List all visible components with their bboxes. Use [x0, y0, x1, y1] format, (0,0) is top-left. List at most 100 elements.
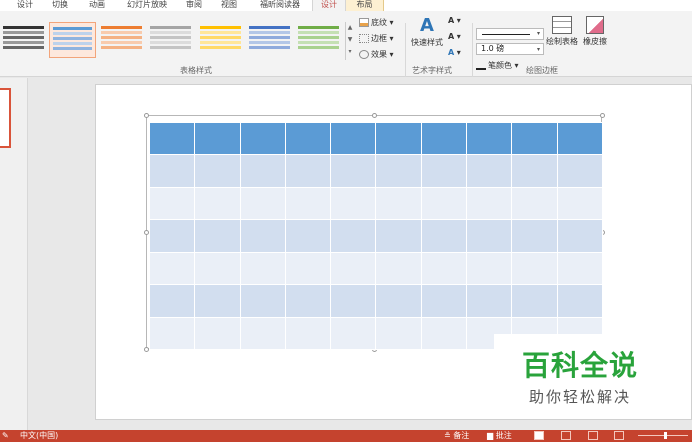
table-cell[interactable]	[239, 284, 286, 318]
table-cell[interactable]	[194, 121, 241, 156]
table-style-swatch[interactable]	[147, 22, 194, 58]
table-cell[interactable]	[420, 219, 468, 253]
table-cell[interactable]	[148, 316, 196, 351]
table-cell[interactable]	[556, 251, 604, 286]
effects-button[interactable]: 效果 ▾	[359, 49, 394, 60]
spellcheck-icon[interactable]: ✎	[2, 431, 9, 441]
resize-handle[interactable]	[372, 113, 377, 118]
border-button[interactable]: 边框 ▾	[359, 33, 394, 44]
table-cell[interactable]	[511, 186, 558, 221]
gallery-down-icon[interactable]: ▼	[346, 34, 354, 46]
table-cell[interactable]	[148, 186, 196, 221]
slide-thumbnail[interactable]	[0, 88, 11, 148]
table-cell[interactable]	[466, 219, 513, 253]
table-cell[interactable]	[330, 219, 377, 253]
table-cell[interactable]	[284, 251, 332, 286]
table-cell[interactable]	[420, 284, 468, 318]
table-cell[interactable]	[420, 251, 468, 286]
table-cell[interactable]	[284, 316, 332, 351]
quick-styles-button[interactable]: A 快速样式	[409, 15, 445, 48]
language-indicator[interactable]: 中文(中国)	[20, 431, 58, 441]
table-cell[interactable]	[511, 251, 558, 286]
table-cell[interactable]	[148, 284, 196, 318]
table-cell[interactable]	[466, 154, 513, 188]
table-cell[interactable]	[194, 316, 241, 351]
table-cell[interactable]	[466, 186, 513, 221]
table-cell[interactable]	[239, 154, 286, 188]
pen-weight-dropdown[interactable]: 1.0 磅 ▾	[476, 43, 544, 55]
table-cell[interactable]	[239, 251, 286, 286]
table-style-swatch[interactable]	[98, 22, 145, 58]
table-cell[interactable]	[330, 251, 377, 286]
zoom-slider[interactable]	[638, 435, 688, 436]
table-cell[interactable]	[420, 186, 468, 221]
table-cell[interactable]	[556, 219, 604, 253]
table-cell[interactable]	[556, 154, 604, 188]
tab-review[interactable]: 审阅	[183, 0, 205, 11]
table-frame[interactable]	[144, 113, 605, 352]
gallery-up-icon[interactable]: ▲	[346, 22, 354, 34]
table-cell[interactable]	[148, 219, 196, 253]
pen-color-button[interactable]: 笔颜色 ▾	[476, 60, 519, 71]
presentation-table[interactable]	[148, 121, 604, 351]
resize-handle[interactable]	[600, 113, 605, 118]
table-cell[interactable]	[284, 154, 332, 188]
table-cell[interactable]	[194, 251, 241, 286]
eraser-button[interactable]: 橡皮擦	[582, 16, 608, 47]
slide-thumbnail-pane[interactable]	[0, 78, 28, 430]
gallery-scroll[interactable]: ▲ ▼ ▾	[345, 22, 354, 60]
table-cell[interactable]	[375, 121, 422, 156]
shading-button[interactable]: 底纹 ▾	[359, 17, 394, 28]
notes-button[interactable]: ≗ 备注	[444, 431, 469, 441]
table-cell[interactable]	[284, 284, 332, 318]
table-cell[interactable]	[239, 186, 286, 221]
table-cell[interactable]	[375, 284, 422, 318]
table-cell[interactable]	[239, 316, 286, 351]
table-cell[interactable]	[420, 121, 468, 156]
tab-animations[interactable]: 动画	[86, 0, 108, 11]
table-cell[interactable]	[284, 186, 332, 221]
tab-view[interactable]: 视图	[218, 0, 240, 11]
table-cell[interactable]	[284, 121, 332, 156]
table-cell[interactable]	[466, 121, 513, 156]
table-cell[interactable]	[466, 284, 513, 318]
draw-table-button[interactable]: 绘制表格	[545, 16, 579, 47]
text-fill-button[interactable]: A ▾	[448, 16, 461, 25]
table-cell[interactable]	[330, 316, 377, 351]
table-cell[interactable]	[511, 154, 558, 188]
resize-handle[interactable]	[144, 113, 149, 118]
slideshow-view-icon[interactable]	[614, 431, 624, 440]
table-cell[interactable]	[148, 154, 196, 188]
table-cell[interactable]	[194, 154, 241, 188]
text-outline-button[interactable]: A ▾	[448, 32, 461, 41]
table-style-swatch[interactable]	[295, 22, 342, 58]
table-cell[interactable]	[239, 121, 286, 156]
table-cell[interactable]	[330, 154, 377, 188]
table-cell[interactable]	[420, 316, 468, 351]
table-cell[interactable]	[511, 121, 558, 156]
slide-sorter-icon[interactable]	[561, 431, 571, 440]
table-cell[interactable]	[556, 186, 604, 221]
tab-table-layout[interactable]: 布局	[346, 0, 384, 11]
table-cell[interactable]	[330, 121, 377, 156]
table-cell[interactable]	[556, 284, 604, 318]
table-cell[interactable]	[239, 219, 286, 253]
pen-style-dropdown[interactable]: ▾	[476, 28, 544, 40]
table-cell[interactable]	[375, 154, 422, 188]
gallery-more-icon[interactable]: ▾	[346, 46, 354, 58]
table-style-swatch[interactable]	[197, 22, 244, 58]
table-cell[interactable]	[284, 219, 332, 253]
table-cell[interactable]	[375, 219, 422, 253]
tab-design[interactable]: 设计	[14, 0, 36, 11]
table-cell[interactable]	[194, 186, 241, 221]
tab-transitions[interactable]: 切换	[49, 0, 71, 11]
table-cell[interactable]	[511, 284, 558, 318]
zoom-slider-thumb[interactable]	[664, 432, 667, 439]
normal-view-icon[interactable]	[534, 431, 544, 440]
table-style-swatch-selected[interactable]	[49, 22, 96, 58]
table-cell[interactable]	[194, 219, 241, 253]
table-cell[interactable]	[330, 186, 377, 221]
table-cell[interactable]	[375, 316, 422, 351]
tab-foxit-reader[interactable]: 福昕阅读器	[254, 0, 306, 11]
comments-button[interactable]: ▆ 批注	[487, 431, 512, 441]
